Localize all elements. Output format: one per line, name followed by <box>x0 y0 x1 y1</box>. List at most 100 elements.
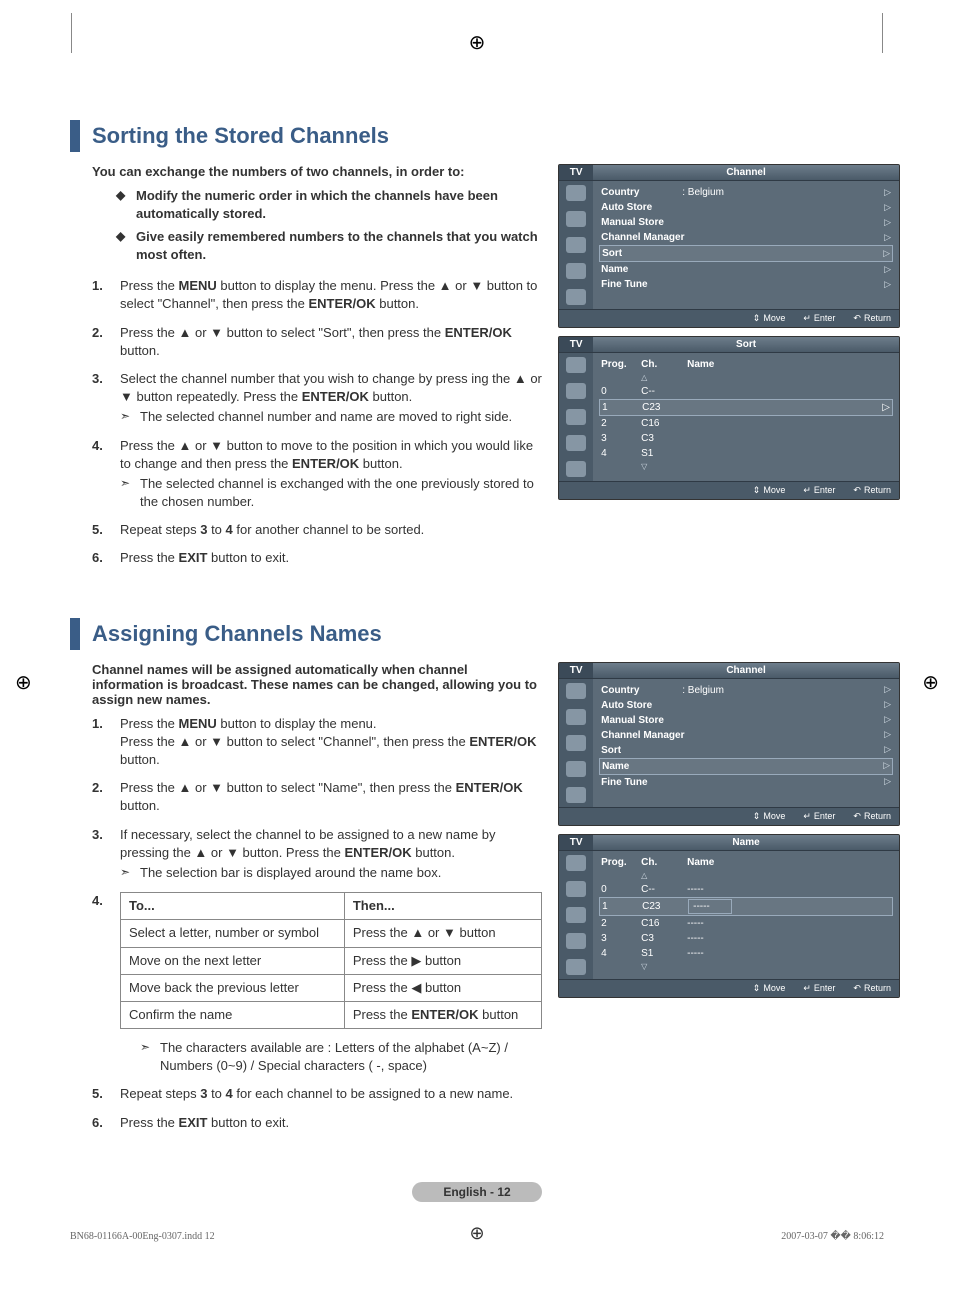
osd-prog: 2 <box>601 917 641 930</box>
table-cell: Confirm the name <box>121 1001 345 1028</box>
chevron-right-icon: ▷ <box>884 264 891 276</box>
osd-menu-item: Channel Manager ▷ <box>599 230 893 245</box>
step-text: Press the MENU button to display the men… <box>120 716 536 767</box>
step-item: 2.Press the ▲ or ▼ button to select "Sor… <box>92 324 542 360</box>
osd-name-cell: ----- <box>687 947 891 960</box>
osd-menu-item: Manual Store▷ <box>599 215 893 230</box>
step-text: Press the ▲ or ▼ button to select "Name"… <box>120 780 523 813</box>
osd-title: Sort <box>593 337 899 352</box>
osd-prog: 4 <box>601 947 641 960</box>
doc-footer-left: BN68-01166A-00Eng-0307.indd 12 <box>70 1231 215 1242</box>
osd-prog: 0 <box>601 883 641 896</box>
osd-menu-item: Name ▷ <box>599 262 893 277</box>
step-number: 5. <box>92 521 103 539</box>
osd-name-cell: ----- <box>687 883 891 896</box>
osd-ch: C23 <box>642 401 688 414</box>
osd-menu-label: Manual Store <box>601 216 664 229</box>
step-sub-note: The selected channel number and name are… <box>120 408 542 426</box>
title-bar <box>70 120 80 152</box>
osd-list-row: 1C23----- <box>599 897 893 916</box>
osd-title: Channel <box>593 663 899 678</box>
table-cell: Move on the next letter <box>121 947 345 974</box>
osd-tv-label: TV <box>559 337 593 352</box>
step-number: 4. <box>92 892 103 910</box>
osd-menu-label: Sort <box>601 744 621 757</box>
osd-move-hint: Move <box>753 811 786 822</box>
chevron-right-icon: ▷ <box>883 248 890 260</box>
osd-move-hint: Move <box>753 485 786 496</box>
table-cell: Press the ENTER/OK button <box>344 1001 541 1028</box>
osd-list-row: 4S1----- <box>599 946 893 961</box>
osd-menu-label: Name <box>602 760 629 773</box>
chevron-right-icon: ▷ <box>884 744 891 756</box>
osd-prog: 4 <box>601 447 641 460</box>
osd-menu-item: Country : Belgium▷ <box>599 683 893 698</box>
step-text: Select the channel number that you wish … <box>120 371 542 404</box>
osd-menu-label: Country : Belgium <box>601 186 724 199</box>
osd-menu-label: Sort <box>602 247 622 260</box>
bullet-item: Give easily remembered numbers to the ch… <box>116 228 542 263</box>
osd-menu-item: Sort ▷ <box>599 743 893 758</box>
osd-menu-item: Auto Store ▷ <box>599 200 893 215</box>
osd-icon-strip <box>559 181 593 309</box>
step-number: 6. <box>92 549 103 567</box>
osd-prog: 3 <box>601 932 641 945</box>
osd-menu-item: Sort ▷ <box>599 245 893 262</box>
bullet-item: Modify the numeric order in which the ch… <box>116 187 542 222</box>
step-number: 2. <box>92 779 103 797</box>
osd-ch: C23 <box>642 900 688 913</box>
step-sub-note: The selection bar is displayed around th… <box>120 864 542 882</box>
table-cell: Press the ▶ button <box>344 947 541 974</box>
osd-title: Channel <box>593 165 899 180</box>
osd-enter-hint: Enter <box>803 811 835 822</box>
section-naming: Assigning Channels Names Channel names w… <box>70 618 884 1142</box>
osd-list-row: 3C3----- <box>599 931 893 946</box>
step-text: Press the EXIT button to exit. <box>120 550 289 565</box>
osd-return-hint: Return <box>853 313 891 324</box>
osd-menu-label: Channel Manager <box>601 729 684 742</box>
table-cell: Press the ▲ or ▼ button <box>344 920 541 947</box>
osd-menu-label: Fine Tune <box>601 776 647 789</box>
step-text: If necessary, select the channel to be a… <box>120 827 496 860</box>
chevron-right-icon: ▷ <box>884 232 891 244</box>
step-number: 4. <box>92 437 103 455</box>
osd-menu-label: Manual Store <box>601 714 664 727</box>
osd-icon-strip <box>559 353 593 481</box>
note-text: The characters available are : Letters o… <box>140 1039 542 1075</box>
osd-list-row: 0C-- <box>599 384 893 399</box>
osd-list-row: 3C3 <box>599 431 893 446</box>
scroll-up-icon: △ <box>599 870 893 882</box>
table-cell: Select a letter, number or symbol <box>121 920 345 947</box>
to-then-table: To...Then... Select a letter, number or … <box>120 892 542 1029</box>
step-item: 5.Repeat steps 3 to 4 for another channe… <box>92 521 542 539</box>
osd-name-cell: ----- <box>688 899 890 914</box>
osd-name-list: TV Name Prog.Ch.Name△0C-------1C23-----2… <box>558 834 900 998</box>
osd-menu-label: Auto Store <box>601 201 652 214</box>
step-number: 1. <box>92 715 103 733</box>
page-label: English - 12 <box>412 1182 542 1202</box>
osd-list-row: 2C16 <box>599 416 893 431</box>
osd-return-hint: Return <box>853 811 891 822</box>
chevron-right-icon: ▷ <box>884 202 891 214</box>
section-title: Assigning Channels Names <box>92 618 382 650</box>
scroll-up-icon: △ <box>599 372 893 384</box>
osd-menu-label: Name <box>601 263 628 276</box>
section-sorting: Sorting the Stored Channels You can exch… <box>70 120 884 578</box>
osd-name-cell: ----- <box>687 932 891 945</box>
osd-enter-hint: Enter <box>803 983 835 994</box>
osd-menu-label: Channel Manager <box>601 231 684 244</box>
osd-prog: 2 <box>601 417 641 430</box>
table-header: Then... <box>344 893 541 920</box>
osd-prog: 1 <box>602 900 642 913</box>
step-number: 2. <box>92 324 103 342</box>
osd-tv-label: TV <box>559 165 593 180</box>
chevron-right-icon: ▷ <box>884 729 891 741</box>
scroll-down-icon: ▽ <box>599 961 893 973</box>
osd-menu-item: Country : Belgium▷ <box>599 185 893 200</box>
crop-mark-icon: ⊕ <box>469 1223 484 1244</box>
osd-menu-label: Country : Belgium <box>601 684 724 697</box>
osd-menu-label: Auto Store <box>601 699 652 712</box>
step-item: 4. To...Then... Select a letter, number … <box>92 892 542 1075</box>
osd-menu-item: Fine Tune▷ <box>599 775 893 790</box>
osd-menu-label: Fine Tune <box>601 278 647 291</box>
